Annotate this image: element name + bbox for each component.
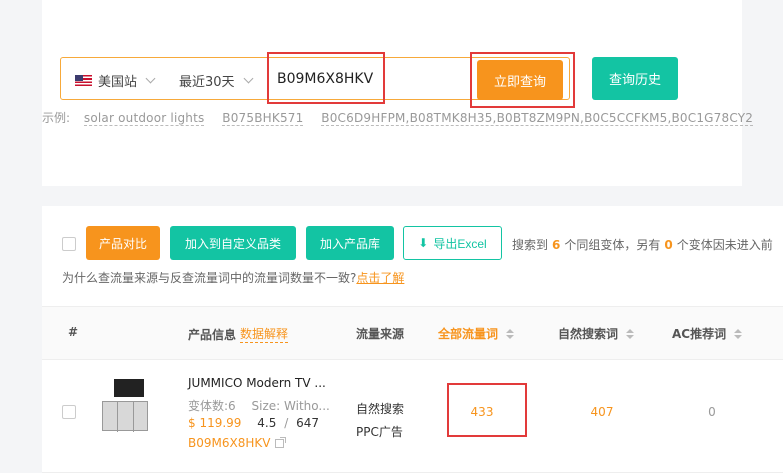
chevron-down-icon — [145, 73, 156, 84]
table-row: JUMMICO Modern TV ... 变体数:6 Size: Witho.… — [42, 360, 783, 473]
example-link[interactable]: B075BHK571 — [222, 111, 304, 126]
header-ac[interactable]: AC推荐词 — [672, 325, 743, 342]
summary-prefix: 搜索到 — [512, 238, 549, 252]
example-link[interactable]: solar outdoor lights — [83, 111, 205, 126]
product-price: $ 119.99 — [188, 416, 242, 430]
product-rating: 4.5 — [257, 416, 277, 430]
product-meta: 变体数:6 Size: Witho... — [188, 397, 330, 414]
row-checkbox[interactable] — [62, 405, 76, 419]
why-text: 为什么查流量来源与反查流量词中的流量词数量不一致? — [62, 271, 357, 285]
chevron-down-icon — [243, 73, 253, 84]
search-examples: 示例: solar outdoor lights B075BHK571 B0C6… — [42, 109, 767, 126]
results-card: 产品对比 加入到自定义品类 加入产品库 ⬇ 导出Excel 搜索到 6 个同组变体，… — [42, 206, 783, 473]
summary-other-count: 0 — [664, 238, 673, 252]
compare-button[interactable]: 产品对比 — [86, 226, 160, 260]
query-history-button[interactable]: 查询历史 — [592, 57, 678, 100]
export-excel-button[interactable]: ⬇ 导出Excel — [403, 226, 502, 260]
summary-count: 6 — [552, 238, 561, 252]
header-organic-label: 自然搜索词 — [558, 327, 619, 341]
header-source: 流量来源 — [356, 327, 405, 341]
select-all-checkbox[interactable] — [62, 237, 76, 251]
product-title[interactable]: JUMMICO Modern TV ... — [188, 376, 326, 390]
table-header: # 产品信息 数据解释 流量来源 全部流量词 自然搜索词 AC推荐词 — [42, 306, 783, 360]
summary-mid: 个同组变体，另有 — [564, 238, 661, 252]
why-notice: 为什么查流量来源与反查流量词中的流量词数量不一致?点击了解 — [62, 269, 404, 286]
sort-icon — [506, 328, 515, 339]
query-button[interactable]: 立即查询 — [477, 60, 563, 100]
product-asin[interactable]: B09M6X8HKV — [188, 436, 287, 450]
us-flag-icon — [75, 75, 92, 86]
learn-more-link[interactable]: 点击了解 — [356, 271, 404, 285]
header-ac-label: AC推荐词 — [672, 327, 727, 341]
site-select[interactable]: 美国站 — [75, 71, 156, 90]
all-words-value[interactable]: 433 — [452, 405, 512, 419]
ac-value: 0 — [708, 405, 716, 419]
add-library-button[interactable]: 加入产品库 — [306, 226, 394, 260]
data-explain-link[interactable]: 数据解释 — [240, 325, 289, 343]
header-product: 产品信息 数据解释 — [188, 325, 289, 343]
header-product-label: 产品信息 — [188, 327, 237, 342]
export-label: 导出Excel — [433, 236, 487, 251]
result-summary: 搜索到 6 个同组变体，另有 0 个变体因未进入前 — [512, 236, 773, 253]
product-image[interactable] — [100, 379, 152, 441]
source-ppc: PPC广告 — [356, 425, 403, 439]
asin-search-input[interactable] — [277, 58, 477, 99]
variant-size: Size: Witho... — [251, 399, 330, 413]
source-organic: 自然搜索 — [356, 402, 405, 416]
range-select[interactable]: 最近30天 — [179, 71, 253, 90]
sort-icon — [734, 328, 743, 339]
product-reviews: 647 — [296, 416, 319, 430]
product-price-row: $ 119.99 4.5 / 647 — [188, 416, 319, 430]
example-link[interactable]: B0C6D9HFPM,B08TMK8H35,B0BT8ZM9PN,B0C5CCF… — [321, 111, 754, 126]
summary-suffix: 个变体因未进入前 — [676, 238, 773, 252]
header-all-words-label: 全部流量词 — [438, 327, 499, 341]
organic-value[interactable]: 407 — [572, 405, 632, 419]
sort-icon — [626, 328, 635, 339]
header-organic[interactable]: 自然搜索词 — [558, 325, 635, 342]
range-label: 最近30天 — [179, 75, 235, 90]
add-category-button[interactable]: 加入到自定义品类 — [170, 226, 296, 260]
download-icon: ⬇ — [418, 236, 429, 250]
site-label: 美国站 — [98, 75, 138, 90]
header-index: # — [68, 325, 79, 339]
asin-label: B09M6X8HKV — [188, 436, 271, 450]
header-all-words[interactable]: 全部流量词 — [438, 325, 515, 342]
variant-count: 变体数:6 — [188, 399, 236, 413]
examples-prefix: 示例: — [42, 111, 71, 125]
search-card: 美国站 最近30天 立即查询 查询历史 示例: solar outdoor li… — [42, 0, 754, 186]
external-link-icon[interactable] — [275, 436, 287, 448]
